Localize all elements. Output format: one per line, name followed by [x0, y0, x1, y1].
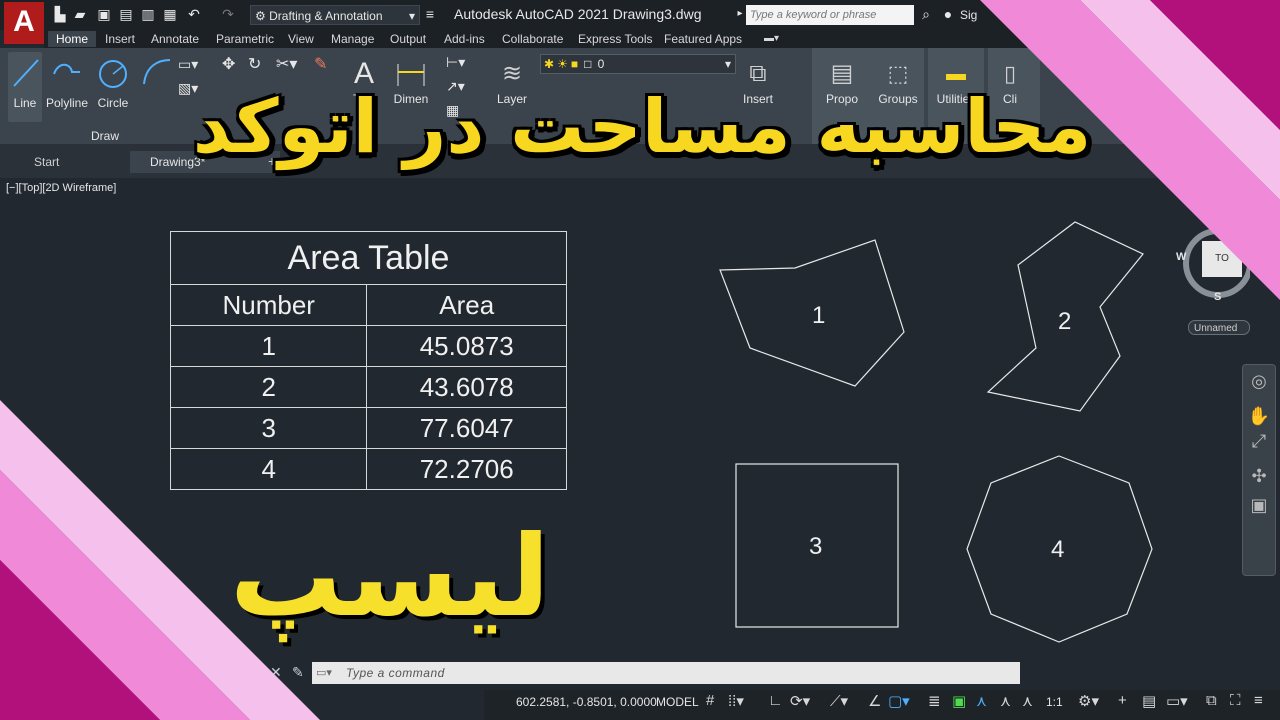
- promo-subtitle: لیسپ: [229, 512, 550, 642]
- promo-title: محاسبه مساحت در اتوکد: [192, 84, 1092, 170]
